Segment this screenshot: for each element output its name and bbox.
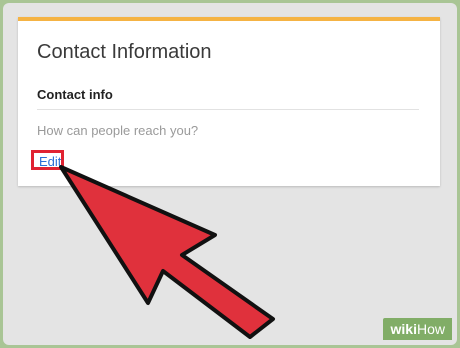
screenshot-frame: Contact Information Contact info How can… [3,3,457,345]
logo-wiki-text: wiki [390,321,417,337]
logo-how-text: How [416,321,445,337]
wikihow-logo: wiki How [382,318,452,340]
pointer-arrow-icon [59,165,275,339]
